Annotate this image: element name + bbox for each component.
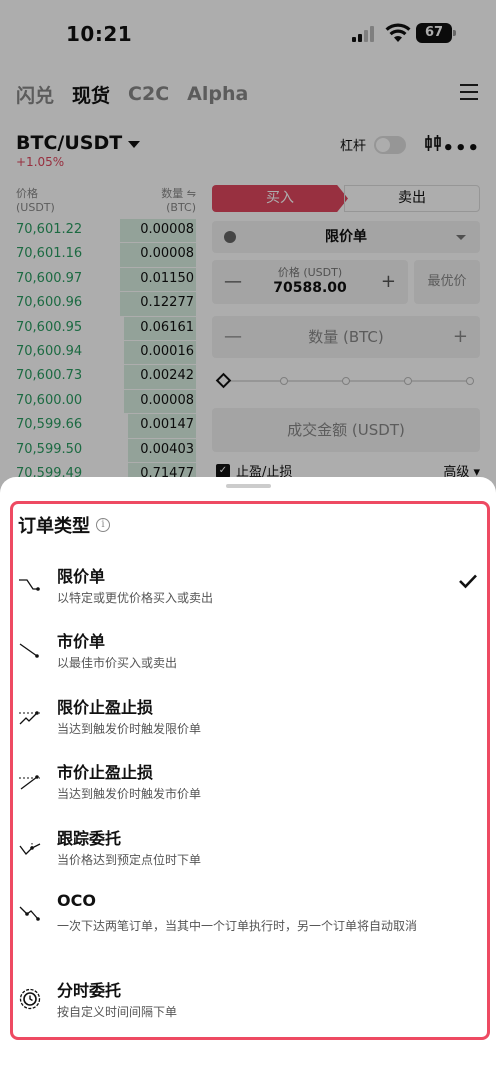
market-tpsl-icon xyxy=(19,775,40,790)
option-market-tpsl[interactable]: 市价止盈止损 当达到触发价时触发市价单 xyxy=(18,759,478,815)
option-desc: 按自定义时间间隔下单 xyxy=(57,1005,178,1019)
limit-tpsl-icon xyxy=(19,711,40,725)
option-name: 限价单 xyxy=(57,567,106,586)
twap-clock-icon xyxy=(19,988,41,1010)
option-desc: 当价格达到预定点位时下单 xyxy=(57,853,202,867)
option-oco[interactable]: OCO 一次下达两笔订单，当其中一个订单执行时，另一个订单将自动取消 xyxy=(18,891,478,947)
option-desc: 以特定或更优价格买入或卖出 xyxy=(57,591,214,605)
option-name: 限价止盈止损 xyxy=(57,698,154,717)
oco-icon xyxy=(19,906,40,921)
option-trailing-order[interactable]: 跟踪委托 当价格达到预定点位时下单 xyxy=(18,825,478,881)
sheet-title-text: 订单类型 xyxy=(18,516,90,537)
option-desc: 当达到触发价时触发市价单 xyxy=(57,787,202,801)
sheet-grabber[interactable] xyxy=(226,484,271,488)
option-desc: 一次下达两笔订单，当其中一个订单执行时，另一个订单将自动取消 xyxy=(57,919,418,933)
checkmark-icon xyxy=(459,574,477,589)
order-type-sheet: 订单类型 i 限价单 以特定或更优价格买入或卖出 市价单 以最佳市价买入或卖出 … xyxy=(0,477,496,1078)
trailing-order-icon xyxy=(19,843,41,855)
option-name: 市价止盈止损 xyxy=(57,763,154,782)
limit-order-icon xyxy=(19,579,40,591)
option-limit-tpsl[interactable]: 限价止盈止损 当达到触发价时触发限价单 xyxy=(18,694,478,750)
option-name: 跟踪委托 xyxy=(57,829,122,848)
option-desc: 以最佳市价买入或卖出 xyxy=(57,656,178,670)
option-desc: 当达到触发价时触发限价单 xyxy=(57,722,202,736)
option-limit-order[interactable]: 限价单 以特定或更优价格买入或卖出 xyxy=(18,563,478,619)
option-name: OCO xyxy=(57,891,96,910)
market-order-icon xyxy=(19,643,39,658)
option-name: 市价单 xyxy=(57,632,106,651)
info-icon[interactable]: i xyxy=(96,518,110,532)
option-market-order[interactable]: 市价单 以最佳市价买入或卖出 xyxy=(18,628,478,684)
option-name: 分时委托 xyxy=(57,981,122,1000)
option-twap[interactable]: 分时委托 按自定义时间间隔下单 xyxy=(18,977,478,1033)
sheet-title: 订单类型 i xyxy=(18,512,110,538)
